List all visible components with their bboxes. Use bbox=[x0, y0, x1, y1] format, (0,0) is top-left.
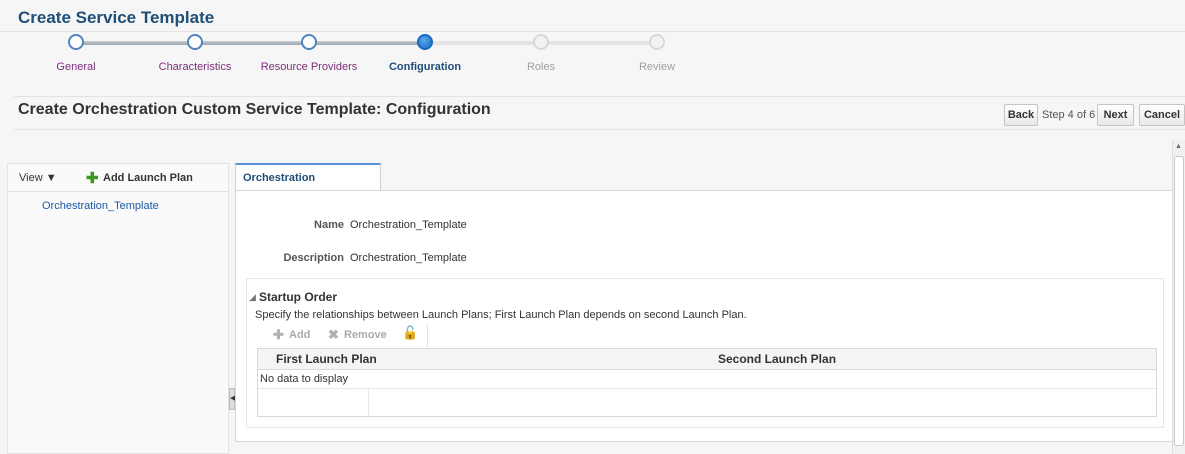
train-label-roles: Roles bbox=[526, 61, 556, 73]
add-row-button[interactable]: Add bbox=[289, 329, 310, 341]
scroll-thumb[interactable] bbox=[1174, 156, 1184, 446]
train-label-general[interactable]: General bbox=[56, 61, 95, 73]
launch-plan-toolbar: View ▼ ✚ Add Launch Plan bbox=[8, 164, 228, 192]
tab-orchestration-configuration[interactable]: Orchestration Configuration bbox=[235, 163, 381, 210]
train-label-review: Review bbox=[638, 61, 676, 73]
disclosure-triangle-icon[interactable]: ◢ bbox=[249, 292, 256, 303]
toolbar-separator bbox=[427, 325, 428, 347]
add-launch-plan-button[interactable]: Add Launch Plan bbox=[103, 172, 193, 184]
vertical-scrollbar[interactable]: ▲ bbox=[1172, 140, 1185, 454]
cancel-button[interactable]: Cancel bbox=[1139, 104, 1185, 126]
step-indicator: Step 4 of 6 bbox=[1042, 109, 1096, 121]
scroll-up-icon[interactable]: ▲ bbox=[1175, 143, 1182, 150]
tree-item-orchestration-template[interactable]: Orchestration_Template bbox=[42, 200, 159, 212]
table-empty-message: No data to display bbox=[258, 370, 1156, 389]
train-stop-resource-providers[interactable] bbox=[301, 34, 317, 50]
startup-order-title[interactable]: Startup Order bbox=[259, 290, 337, 304]
startup-order-table: First Launch Plan Second Launch Plan No … bbox=[257, 348, 1157, 417]
table-body bbox=[258, 389, 1156, 416]
section-divider-bottom bbox=[14, 129, 1185, 130]
name-value: Orchestration_Template bbox=[350, 219, 467, 231]
train-stop-general[interactable] bbox=[68, 34, 84, 50]
description-label: Description bbox=[283, 252, 344, 264]
train-stop-roles bbox=[533, 34, 549, 50]
unlock-icon[interactable]: 🔓 bbox=[402, 325, 418, 341]
configuration-content: Name Orchestration_Template Description … bbox=[235, 190, 1173, 442]
description-value: Orchestration_Template bbox=[350, 252, 467, 264]
remove-row-button[interactable]: Remove bbox=[344, 329, 387, 341]
section-divider-top bbox=[14, 96, 1185, 97]
wizard-train: General Characteristics Resource Provide… bbox=[0, 20, 720, 80]
next-button[interactable]: Next bbox=[1097, 104, 1134, 126]
back-button[interactable]: Back bbox=[1004, 104, 1038, 126]
startup-order-section: ◢ Startup Order Specify the relationship… bbox=[246, 278, 1164, 428]
column-divider bbox=[368, 389, 369, 416]
train-label-resource-providers[interactable]: Resource Providers bbox=[261, 61, 358, 73]
train-stop-characteristics[interactable] bbox=[187, 34, 203, 50]
train-stop-configuration bbox=[417, 34, 433, 50]
add-icon[interactable]: ✚ bbox=[86, 169, 99, 187]
view-menu[interactable]: View ▼ bbox=[19, 172, 57, 184]
section-title: Create Orchestration Custom Service Temp… bbox=[18, 101, 491, 118]
add-disabled-icon: ✚ bbox=[273, 327, 284, 342]
launch-plan-panel: View ▼ ✚ Add Launch Plan Orchestration_T… bbox=[7, 163, 229, 454]
train-stop-review bbox=[649, 34, 665, 50]
train-label-characteristics[interactable]: Characteristics bbox=[159, 61, 232, 73]
startup-order-description: Specify the relationships between Launch… bbox=[255, 309, 747, 321]
table-header: First Launch Plan Second Launch Plan bbox=[258, 349, 1156, 370]
train-bar-completed bbox=[76, 41, 425, 45]
train-label-configuration: Configuration bbox=[388, 61, 462, 73]
column-first-launch-plan[interactable]: First Launch Plan bbox=[258, 349, 710, 369]
name-label: Name bbox=[314, 219, 344, 231]
column-second-launch-plan[interactable]: Second Launch Plan bbox=[710, 349, 1156, 369]
remove-disabled-icon: ✖ bbox=[328, 327, 339, 342]
